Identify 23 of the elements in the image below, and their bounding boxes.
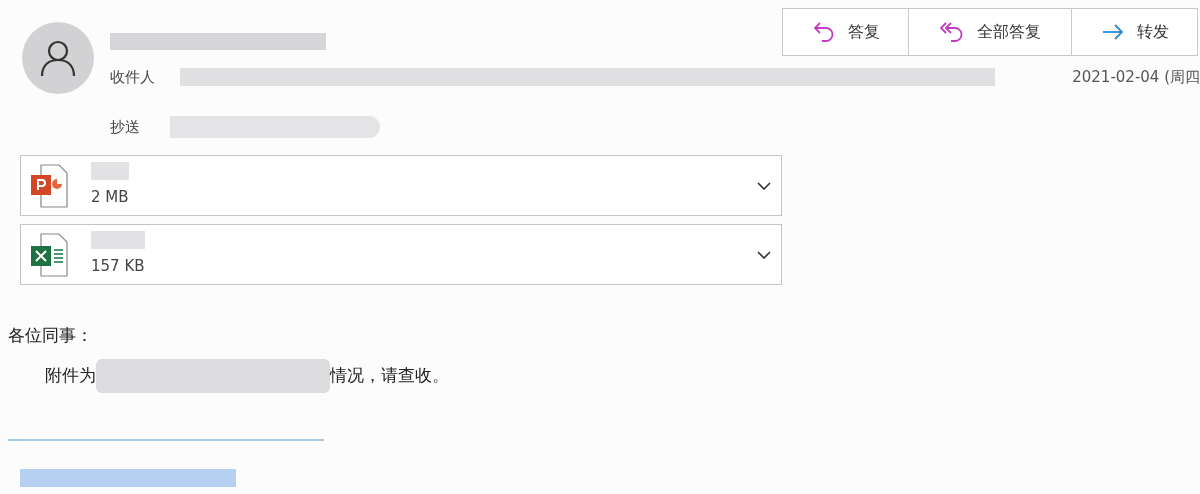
recipients-label: 收件人 bbox=[110, 66, 156, 88]
action-button[interactable]: 转发 bbox=[1071, 9, 1197, 55]
presentation-file-icon bbox=[29, 162, 69, 209]
right-arrow-icon bbox=[1100, 23, 1125, 41]
cc-label: 抄送 bbox=[110, 116, 141, 138]
attachment-item[interactable]: 157 KB bbox=[20, 224, 782, 285]
reply-all-arrow-icon bbox=[939, 21, 965, 43]
action-button[interactable]: 全部答复 bbox=[908, 9, 1071, 55]
body-text: 附件为 bbox=[45, 363, 96, 387]
redaction-bar bbox=[91, 231, 145, 250]
chevron-down-icon bbox=[757, 250, 771, 259]
chevron-down-icon bbox=[757, 181, 771, 190]
reply-arrow-icon bbox=[811, 21, 836, 43]
greeting-text: 各位同事： bbox=[8, 324, 94, 347]
spreadsheet-file-icon bbox=[29, 231, 69, 278]
body-text: 情况，请查收。 bbox=[330, 363, 449, 387]
date-text: 2021-02-04 (周四 bbox=[1072, 66, 1200, 88]
person-icon bbox=[38, 38, 78, 78]
attachment-item[interactable]: 2 MB bbox=[20, 155, 782, 216]
file-size-text: 157 KB bbox=[91, 256, 145, 278]
redaction-bar bbox=[91, 162, 129, 181]
action-button[interactable]: 答复 bbox=[783, 9, 908, 55]
file-size-text: 2 MB bbox=[91, 187, 129, 209]
